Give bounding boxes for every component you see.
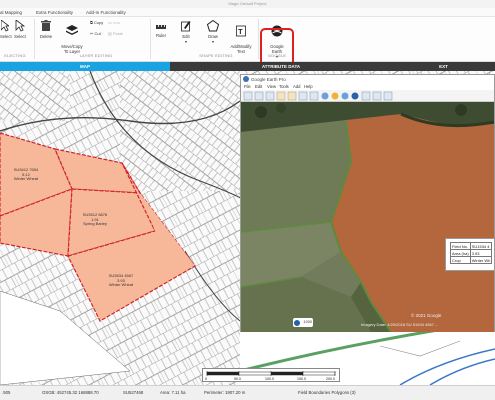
google-earth-logo-text: 1000 (303, 320, 312, 324)
table-row: Field No. SU1534 4 (450, 242, 493, 250)
ge-menu-add[interactable]: Add (293, 84, 300, 89)
parcel-crop: Winter Wheat (108, 282, 134, 288)
selecting-group-label: ELECTING (4, 53, 26, 58)
move-copy-layer-button[interactable]: Move/Copy To Layer (58, 20, 86, 54)
cut-label: Cut (94, 31, 101, 36)
scale-tick-label: 200.0 (326, 377, 335, 381)
feature-info-popup: Field No. SU1534 4 Area (ha) 3.93 Crop Wint… (445, 238, 494, 271)
select-label: Select (14, 34, 26, 39)
paste-button[interactable]: ▤ Paste (108, 31, 123, 36)
trash-icon (41, 20, 51, 31)
scale-tick-label: 50.0 (234, 377, 241, 381)
menu-mapping[interactable]: al Mapping (0, 10, 22, 15)
ge-menu-file[interactable]: File (244, 84, 251, 89)
google-earth-menu: File Edit View Tools Add Help (241, 83, 494, 90)
ge-menu-edit[interactable]: Edit (255, 84, 262, 89)
tab-ext[interactable]: EXT (392, 62, 495, 71)
satellite-image (241, 102, 494, 332)
ge-menu-tools[interactable]: Tools (279, 84, 289, 89)
layer-editing-group-label: LAYER EDITING (79, 53, 113, 58)
parcel-label: SU5534 4567 3.93 Winter Wheat (100, 273, 142, 288)
ge-menu-view[interactable]: View (267, 84, 276, 89)
ge-menu-help[interactable]: Help (304, 84, 313, 89)
status-grid-ref: SU527468 (123, 390, 144, 395)
edit-button[interactable]: Edit ▾ (176, 20, 196, 44)
layers-icon (66, 25, 78, 35)
title-bar: Magic Default Project (0, 0, 495, 8)
google-copyright: © 2021 Google (411, 313, 442, 318)
table-row: Crop Winter Wh (450, 256, 493, 264)
chevron-down-icon: ▾ (184, 39, 188, 44)
google-earth-icon (243, 76, 249, 82)
status-layer: Field Boundaries Polygons (3) (298, 390, 356, 395)
scale-tick-label: 100.0 (265, 377, 274, 381)
paste-label: Paste (112, 31, 124, 36)
status-area: Area: 7.11 ha (160, 390, 186, 395)
ruler-button[interactable]: Ruler (153, 23, 169, 38)
google-earth-scale-logo: 1000 (293, 318, 313, 327)
cut-button[interactable]: ✂ Cut (90, 31, 101, 36)
select-partial-label: Select (0, 34, 12, 39)
shape-editing-group-label: SHAPE EDITING (199, 53, 233, 58)
panel-tabs: MAP ATTRIBUTE DATA EXT (0, 62, 495, 71)
status-perimeter: Perimeter: 1907.20 m (204, 390, 246, 395)
select-partial-button[interactable]: Select (0, 20, 12, 39)
add-modify-text-button[interactable]: T Add/Modify Text (227, 20, 255, 54)
field-value: Winter Wh (469, 256, 493, 264)
draw-button[interactable]: Draw ▾ (203, 20, 223, 44)
ribbon-separator (34, 19, 35, 59)
google-earth-title-bar: Google Earth Pro (241, 75, 494, 83)
google-earth-imagery[interactable]: Field No. SU1534 4 Area (ha) 3.93 Crop Wint… (241, 102, 494, 332)
ribbon-separator (258, 19, 259, 59)
ge-toolbar-icons (243, 91, 393, 101)
pentagon-icon (207, 20, 219, 32)
field-key: Crop (450, 256, 471, 264)
parcel-label: SU5512 6876 1.91 Spring Barley (74, 212, 116, 227)
field-value: 3.93 (469, 249, 493, 257)
google-earth-status: Imagery Date: 4/20/2018 SU 51534 4567 ..… (361, 322, 439, 327)
chevron-down-icon: ▾ (211, 39, 215, 44)
scale-tick-label: 150.0 (297, 377, 306, 381)
google-earth-toolbar (241, 90, 494, 102)
ruler-icon (156, 25, 166, 29)
select-dropdown-button[interactable]: Select (12, 20, 28, 39)
window-title: Magic Default Project (228, 1, 267, 6)
feature-info-table: Field No. SU1534 4 Area (ha) 3.93 Crop Wint… (450, 242, 493, 264)
menu-bar: al Mapping Extra Functionality Add-In Fu… (0, 8, 495, 17)
google-earth-window[interactable]: Google Earth Pro File Edit View Tools Ad… (240, 74, 495, 332)
google-earth-logo-icon (294, 319, 300, 326)
field-key: Area (ha) (450, 249, 471, 257)
copy-extra-button[interactable]: ▭ ▭▭ (108, 20, 120, 25)
menu-extra-functionality[interactable]: Extra Functionality (36, 10, 73, 15)
text-icon: T (236, 25, 246, 37)
parcel-crop: Winter Wheat (13, 176, 39, 182)
google-earth-title: Google Earth Pro (251, 76, 286, 82)
status-bar: .505 OSGB: 452745.32 168888.70 SU527468 … (0, 385, 495, 400)
menu-add-in-functionality[interactable]: Add-In Functionality (86, 10, 126, 15)
table-row: Area (ha) 3.93 (450, 249, 493, 257)
cursor-icon (1, 20, 9, 32)
field-key: Field No. (450, 242, 471, 250)
scale-tick-label: 0 (205, 377, 207, 381)
field-value: SU1534 4 (469, 242, 493, 250)
cursor-icon (15, 20, 25, 32)
edit-icon (181, 21, 191, 32)
svg-text:T: T (238, 29, 243, 36)
delete-button[interactable]: Delete (37, 20, 55, 39)
delete-label: Delete (39, 34, 53, 39)
ribbon: Select Select ELECTING Delete Move/Copy … (0, 17, 495, 76)
copy-label: Copy (93, 20, 104, 25)
parcel-label: SU5412 7654 5.12 Winter Wheat (6, 167, 46, 182)
tab-map[interactable]: MAP (0, 62, 170, 71)
status-osgb: OSGB: 452745.32 168888.70 (42, 390, 99, 395)
tab-attribute-data[interactable]: ATTRIBUTE DATA (170, 62, 392, 71)
scale-bar: 0 50.0 100.0 150.0 200.0 (202, 368, 340, 382)
status-coordinate: .505 (2, 390, 11, 395)
ruler-label: Ruler (155, 33, 166, 38)
copy-button[interactable]: ⧉ Copy (90, 20, 103, 25)
parcel-crop: Spring Barley (82, 221, 107, 227)
ribbon-separator (150, 19, 151, 59)
